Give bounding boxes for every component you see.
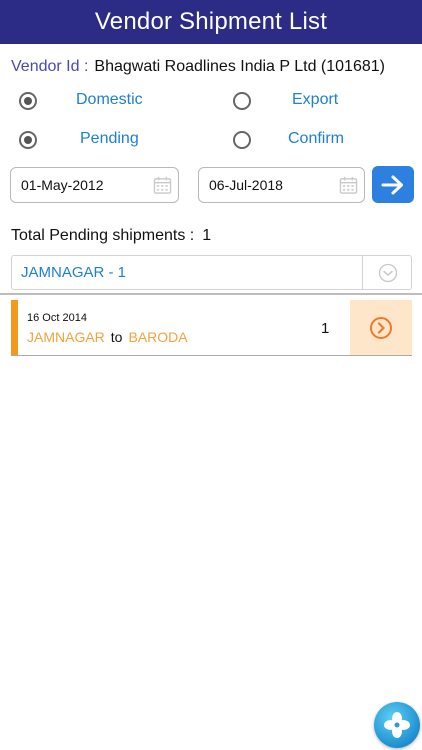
route-origin: JAMNAGAR [27,329,105,345]
section-divider [0,293,422,295]
from-date-value: 01-May-2012 [21,177,104,193]
page-title: Vendor Shipment List [94,8,328,35]
shipment-route: JAMNAGAR to BARODA [27,329,188,345]
app-header: Vendor Shipment List [0,0,422,44]
chevron-right-icon [370,316,392,339]
radio-export[interactable] [233,92,251,110]
shipment-type-group: Domestic Export [0,88,422,114]
arrow-right-icon [381,175,403,194]
total-pending-count: 1 [202,227,212,244]
calendar-icon[interactable] [339,176,358,195]
location-dropdown[interactable]: JAMNAGAR - 1 [11,255,412,290]
from-date-field[interactable]: 01-May-2012 [10,167,179,203]
vendor-info: Vendor Id : Bhagwati Roadlines India P L… [11,57,385,77]
total-pending-summary: Total Pending shipments : 1 [11,227,211,245]
calendar-icon[interactable] [153,176,172,195]
vendor-id-label: Vendor Id : [11,58,89,75]
to-date-value: 06-Jul-2018 [209,177,283,193]
clover-menu-icon [384,712,410,738]
shipment-count: 1 [321,320,330,337]
radio-confirm-label[interactable]: Confirm [288,130,344,148]
card-accent-bar [11,300,18,355]
radio-confirm[interactable] [233,131,251,149]
shipment-date: 16 Oct 2014 [27,312,87,324]
shipment-open-button[interactable] [350,300,412,355]
search-go-button[interactable] [372,166,414,203]
shipment-card[interactable]: 16 Oct 2014 JAMNAGAR to BARODA 1 [11,300,412,356]
location-dropdown-value: JAMNAGAR - 1 [21,264,127,281]
vendor-id-value: Bhagwati Roadlines India P Ltd (101681) [94,58,385,75]
radio-domestic[interactable] [19,92,37,110]
floating-menu-button[interactable] [374,702,420,748]
total-pending-label: Total Pending shipments : [11,227,195,244]
radio-domestic-label[interactable]: Domestic [76,91,143,109]
radio-export-label[interactable]: Export [292,91,338,109]
chevron-down-icon[interactable] [378,263,398,283]
radio-pending[interactable] [19,131,37,149]
route-destination: BARODA [128,329,188,345]
to-date-field[interactable]: 06-Jul-2018 [198,167,365,203]
status-filter-group: Pending Confirm [0,127,422,153]
route-to-word: to [110,329,123,345]
dropdown-divider [362,256,363,289]
radio-pending-label[interactable]: Pending [80,130,139,148]
